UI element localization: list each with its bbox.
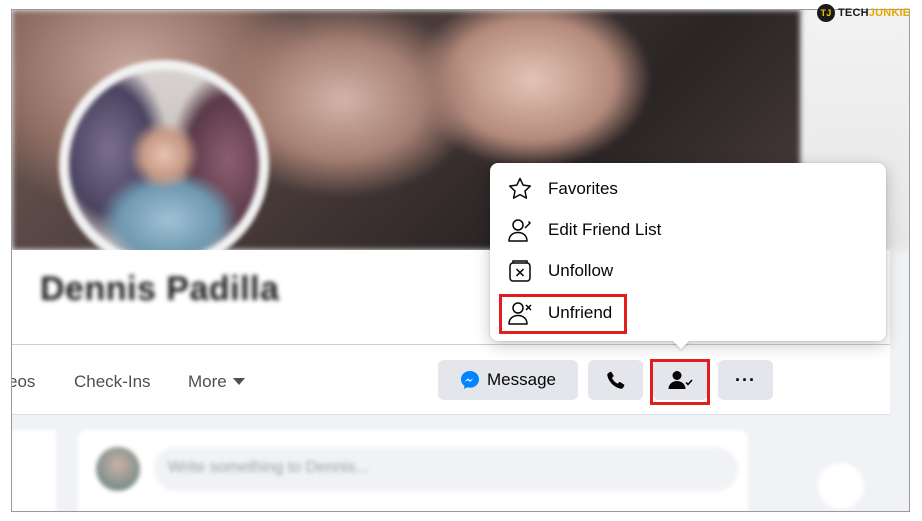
intro-card xyxy=(12,430,56,511)
techjunkie-logo: TJ TECH JUNKIE xyxy=(817,4,910,22)
logo-text-junkie: JUNKIE xyxy=(868,7,911,19)
menu-item-label: Unfriend xyxy=(548,303,613,322)
messenger-icon xyxy=(461,371,479,389)
menu-item-favorites[interactable]: Favorites xyxy=(502,169,874,209)
call-button[interactable] xyxy=(588,360,643,400)
menu-item-unfollow[interactable]: Unfollow xyxy=(502,251,874,291)
screenshot-frame: Dennis Padilla eos Check-Ins More Messag… xyxy=(11,9,910,512)
message-button[interactable]: Message xyxy=(438,360,578,400)
menu-item-label: Favorites xyxy=(548,179,618,198)
friend-check-icon xyxy=(668,371,693,389)
caret-down-icon xyxy=(232,378,245,385)
phone-icon xyxy=(606,371,624,389)
menu-item-label: Edit Friend List xyxy=(548,220,662,239)
side-action-button[interactable] xyxy=(818,463,864,509)
menu-item-label: Unfollow xyxy=(548,261,614,280)
unfollow-icon xyxy=(506,257,534,285)
composer-avatar xyxy=(96,447,140,491)
tab-check-ins[interactable]: Check-Ins xyxy=(74,372,151,392)
friends-button[interactable] xyxy=(653,360,708,400)
tab-more[interactable]: More xyxy=(188,372,245,392)
menu-pointer xyxy=(672,340,690,349)
tab-videos[interactable]: eos xyxy=(12,372,35,392)
profile-avatar[interactable] xyxy=(69,70,259,260)
more-dots-icon: ··· xyxy=(735,369,756,390)
tab-more-label: More xyxy=(188,372,227,391)
logo-badge-icon: TJ xyxy=(817,4,835,22)
edit-friend-list-icon xyxy=(506,216,534,244)
star-icon xyxy=(506,175,534,203)
profile-name: Dennis Padilla xyxy=(40,270,280,308)
more-options-button[interactable]: ··· xyxy=(718,360,773,400)
menu-item-unfriend[interactable]: Unfriend xyxy=(502,293,874,333)
composer-input[interactable]: Write something to Dennis... xyxy=(154,447,738,491)
message-button-label: Message xyxy=(487,370,556,389)
logo-text-tech: TECH xyxy=(838,7,869,19)
unfriend-icon xyxy=(506,299,534,327)
menu-item-edit-friend-list[interactable]: Edit Friend List xyxy=(502,210,874,250)
